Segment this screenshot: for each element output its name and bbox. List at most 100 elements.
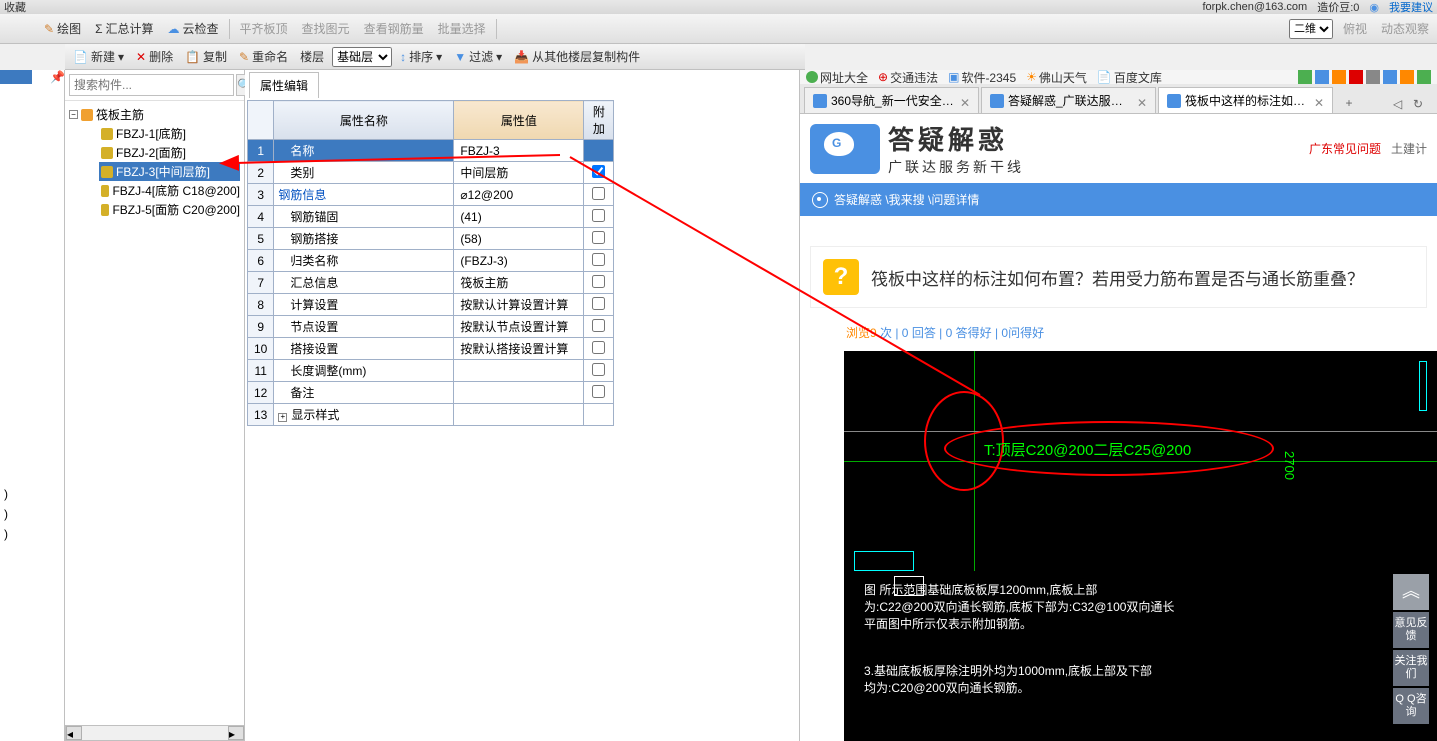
- sum-button[interactable]: Σ汇总计算: [91, 18, 157, 39]
- close-tab-icon[interactable]: ✕: [1137, 96, 1147, 106]
- browser-tab[interactable]: 筏板中这样的标注如何布...✕: [1158, 87, 1333, 113]
- property-panel: 属性编辑 属性名称 属性值 附加 1名称FBZJ-32类别中间层筋3钢筋信息⌀1…: [245, 70, 800, 741]
- close-tab-icon[interactable]: ✕: [1314, 96, 1324, 106]
- copy-button[interactable]: 📋复制: [181, 46, 231, 67]
- view-2d-select[interactable]: 二维: [1289, 19, 1333, 39]
- property-row[interactable]: 4钢筋锚固(41): [248, 206, 614, 228]
- rename-button[interactable]: ✎重命名: [235, 46, 292, 67]
- question-text: 筏板中这样的标注如何布置？若用受力筋布置是否与通长筋重叠？: [871, 265, 1364, 290]
- property-table: 属性名称 属性值 附加 1名称FBZJ-32类别中间层筋3钢筋信息⌀12@200…: [247, 100, 614, 426]
- qq-button[interactable]: Q Q咨询: [1393, 688, 1429, 724]
- leaf-icon: [101, 147, 113, 159]
- favicon-icon: [1167, 94, 1181, 108]
- bookmark-item[interactable]: 📄百度文库: [1097, 69, 1162, 86]
- property-row[interactable]: 12备注: [248, 382, 614, 404]
- extra-checkbox[interactable]: [592, 165, 605, 178]
- property-row[interactable]: 3钢筋信息⌀12@200: [248, 184, 614, 206]
- property-row[interactable]: 7汇总信息筏板主筋: [248, 272, 614, 294]
- property-row[interactable]: 2类别中间层筋: [248, 162, 614, 184]
- extra-checkbox[interactable]: [592, 385, 605, 398]
- extra-checkbox[interactable]: [592, 363, 605, 376]
- copyfrom-button[interactable]: 📥从其他楼层复制构件: [510, 46, 644, 67]
- tree-item[interactable]: FBZJ-5[面筋 C20@200]: [101, 200, 240, 219]
- collapse-icon[interactable]: −: [69, 110, 78, 119]
- tree-item[interactable]: FBZJ-3[中间层筋]: [99, 162, 240, 181]
- property-row[interactable]: 6归类名称(FBZJ-3): [248, 250, 614, 272]
- pin-icon[interactable]: 📌: [50, 70, 62, 82]
- header-link-calc[interactable]: 土建计: [1391, 140, 1427, 157]
- tree-item[interactable]: FBZJ-1[底筋]: [101, 124, 240, 143]
- browser-tab[interactable]: 答疑解惑_广联达服务新...✕: [981, 87, 1156, 113]
- extra-checkbox[interactable]: [592, 209, 605, 222]
- float-buttons: ︽ 意见反馈 关注我们 Q Q咨询: [1393, 574, 1429, 724]
- delete-button[interactable]: ✕删除: [132, 46, 177, 67]
- extra-checkbox[interactable]: [592, 253, 605, 266]
- price-display: 造价豆:0: [1317, 0, 1359, 15]
- extra-checkbox[interactable]: [592, 275, 605, 288]
- search-input[interactable]: [69, 74, 234, 96]
- bookmark-item[interactable]: ▣软件-2345: [948, 69, 1016, 86]
- tree-item[interactable]: FBZJ-4[底筋 C18@200]: [101, 181, 240, 200]
- filter-button[interactable]: ▼过滤 ▾: [450, 46, 506, 67]
- extra-checkbox[interactable]: [592, 231, 605, 244]
- rebar-button: 查看钢筋量: [360, 18, 428, 39]
- angle-button: 俯视: [1339, 18, 1371, 39]
- bookmark-item[interactable]: ⊕交通违法: [878, 69, 938, 86]
- location-icon: [812, 192, 828, 208]
- site-subtitle: 广联达服务新干线: [888, 157, 1024, 177]
- col-value: 属性值: [454, 101, 584, 140]
- suggest-link[interactable]: 我要建议: [1389, 0, 1433, 15]
- sort-button[interactable]: ↕排序 ▾: [396, 46, 446, 67]
- property-tab[interactable]: 属性编辑: [249, 72, 319, 98]
- find-button: 查找图元: [298, 18, 354, 39]
- scroll-top-button[interactable]: ︽: [1393, 574, 1429, 610]
- header-link-faq[interactable]: 广东常见问题: [1309, 140, 1381, 157]
- extra-checkbox[interactable]: [592, 341, 605, 354]
- question-icon: ?: [823, 259, 859, 295]
- page-content: G 答疑解惑 广联达服务新干线 广东常见问题 土建计 答疑解惑 \我来搜 \问题…: [800, 114, 1437, 741]
- bookmark-item[interactable]: ☀佛山天气: [1026, 69, 1087, 86]
- feedback-button[interactable]: 意见反馈: [1393, 612, 1429, 648]
- dynview-button: 动态观察: [1377, 18, 1433, 39]
- browser-tab-bar: 360导航_新一代安全上网...✕答疑解惑_广联达服务新...✕筏板中这样的标注…: [800, 84, 1437, 114]
- close-tab-icon[interactable]: ✕: [960, 96, 970, 106]
- tree-root[interactable]: − 筏板主筋: [69, 105, 240, 124]
- draw-button[interactable]: ✎绘图: [40, 18, 85, 39]
- follow-button[interactable]: 关注我们: [1393, 650, 1429, 686]
- tree-scrollbar[interactable]: ◂ ▸: [65, 725, 245, 741]
- floor-label: 楼层: [296, 46, 328, 67]
- extra-checkbox[interactable]: [592, 297, 605, 310]
- favorites-label[interactable]: 收藏: [4, 0, 26, 15]
- back-icon[interactable]: ◁: [1393, 97, 1409, 113]
- scroll-left-icon[interactable]: ◂: [66, 726, 82, 740]
- floor-select[interactable]: 基础层: [332, 47, 392, 67]
- new-tab-button[interactable]: +: [1339, 93, 1359, 113]
- extra-checkbox[interactable]: [592, 319, 605, 332]
- tree-item[interactable]: FBZJ-2[面筋]: [101, 143, 240, 162]
- email-display: forpk.chen@163.com: [1202, 1, 1307, 13]
- question-box: ? 筏板中这样的标注如何布置？若用受力筋布置是否与通长筋重叠？: [810, 246, 1427, 308]
- cad-drawing: T:顶层C20@200二层C25@200 2700 图 所示范围基础底板板厚12…: [844, 351, 1437, 741]
- browser-panel: 网址大全 ⊕交通违法 ▣软件-2345 ☀佛山天气 📄百度文库 360导航_新一…: [800, 70, 1437, 741]
- cloud-check-button[interactable]: ☁云检查: [164, 18, 223, 39]
- bookmark-item[interactable]: 网址大全: [806, 69, 868, 86]
- stats-row: 浏览9 次 | 0 回答 | 0 答得好 | 0问得好: [800, 318, 1437, 347]
- property-row[interactable]: 9节点设置按默认节点设置计算: [248, 316, 614, 338]
- scroll-right-icon[interactable]: ▸: [228, 726, 244, 740]
- browser-tab[interactable]: 360导航_新一代安全上网...✕: [804, 87, 979, 113]
- property-row[interactable]: 8计算设置按默认计算设置计算: [248, 294, 614, 316]
- extra-checkbox[interactable]: [592, 187, 605, 200]
- leaf-icon: [101, 204, 109, 216]
- batch-button: 批量选择: [434, 18, 490, 39]
- cad-annotation-text: T:顶层C20@200二层C25@200: [984, 439, 1191, 460]
- refresh-icon[interactable]: ↻: [1413, 97, 1429, 113]
- breadcrumb: 答疑解惑 \我来搜 \问题详情: [800, 183, 1437, 216]
- new-button[interactable]: 📄新建 ▾: [69, 46, 128, 67]
- component-toolbar: 📄新建 ▾ ✕删除 📋复制 ✎重命名 楼层 基础层 ↕排序 ▾ ▼过滤 ▾ 📥从…: [65, 44, 805, 70]
- property-row[interactable]: 10搭接设置按默认搭接设置计算: [248, 338, 614, 360]
- property-row[interactable]: 5钢筋搭接(58): [248, 228, 614, 250]
- property-row[interactable]: 1名称FBZJ-3: [248, 140, 614, 162]
- left-dock: 📌 ) ) ): [0, 70, 65, 741]
- property-row[interactable]: 13+显示样式: [248, 404, 614, 426]
- property-row[interactable]: 11长度调整(mm): [248, 360, 614, 382]
